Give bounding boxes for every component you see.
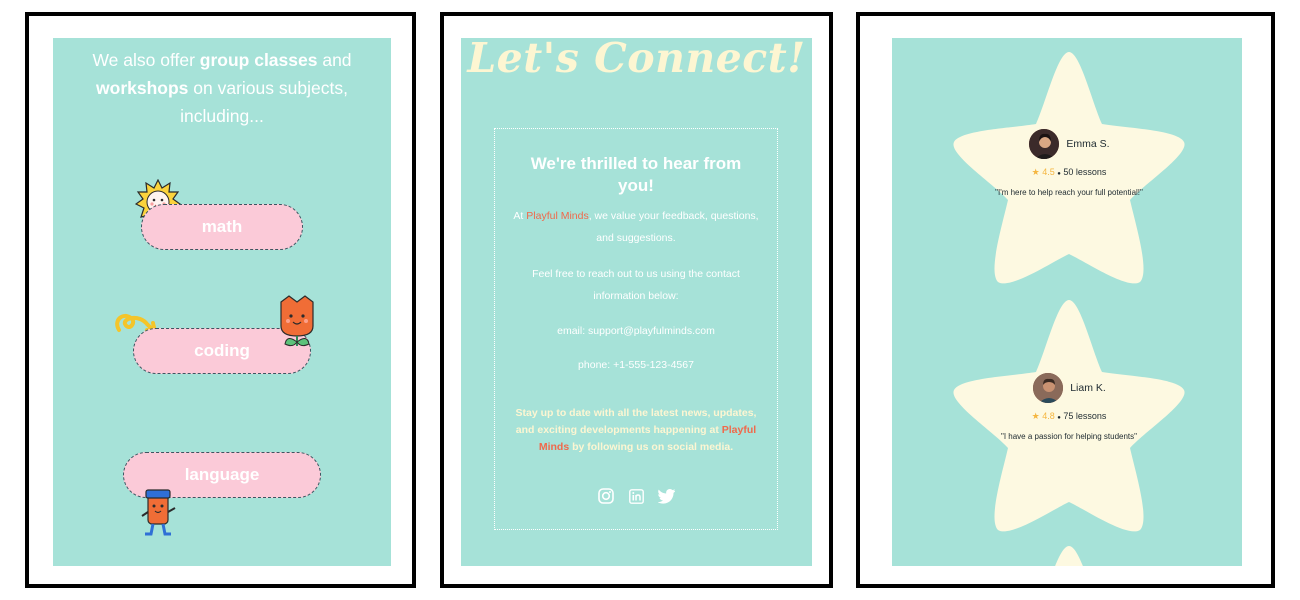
stay-updated-text: Stay up to date with all the latest news…: [509, 405, 763, 456]
avatar: [1032, 372, 1065, 404]
tutor-stats: ★ 4.8 ● 75 lessons: [994, 411, 1144, 422]
separator-dot: ●: [1057, 415, 1061, 421]
tutor-quote: "I have a passion for helping students": [1001, 432, 1137, 441]
group-classes-intro: We also offer group classes and workshop…: [73, 46, 371, 130]
star-icon: ★: [1031, 167, 1040, 177]
group-classes-panel: We also offer group classes and workshop…: [53, 38, 391, 566]
intro-text: and: [317, 50, 352, 70]
separator-dot: ●: [1057, 171, 1061, 177]
feedback-text: At Playful Minds, we value your feedback…: [511, 205, 761, 249]
contact-box: We're thrilled to hear from you! At Play…: [494, 128, 778, 530]
stay-suffix: by following us on social media.: [569, 441, 734, 453]
tutor-name: Emma S.: [1066, 138, 1110, 150]
tutor-rating: 4.8: [1042, 411, 1055, 421]
tutor-card[interactable]: Liam K. ★ 4.8 ● 75 lessons "I have a pas…: [994, 372, 1144, 443]
contact-heading: We're thrilled to hear from you!: [530, 154, 742, 195]
reach-out-text: Feel free to reach out to us using the c…: [532, 268, 740, 302]
star-icon: ★: [1031, 411, 1040, 421]
tutor-rating: 4.5: [1042, 167, 1055, 177]
twitter-icon[interactable]: [657, 487, 675, 505]
intro-workshops: workshops: [96, 78, 189, 98]
phone-text[interactable]: phone: +1-555-123-4567: [511, 354, 761, 376]
subject-math-pill[interactable]: math: [141, 204, 303, 250]
tutor-lessons: 50 lessons: [1063, 167, 1107, 177]
tutor-stats: ★ 4.5 ● 50 lessons: [994, 167, 1144, 178]
tutor-quote: "I'm here to help reach your full potent…: [995, 188, 1143, 197]
intro-text: We also offer: [92, 50, 200, 70]
star-shape: [1055, 546, 1083, 566]
tutors-panel: Emma S. ★ 4.5 ● 50 lessons "I'm here to …: [892, 38, 1242, 566]
tutors-card: Emma S. ★ 4.5 ● 50 lessons "I'm here to …: [856, 12, 1275, 588]
intro-text: on various subjects, including...: [180, 78, 348, 126]
instagram-icon[interactable]: [597, 487, 615, 505]
tutor-name: Liam K.: [1070, 382, 1106, 394]
contact-card: Let's Connect! We're thrilled to hear fr…: [440, 12, 833, 588]
intro-group-classes: group classes: [199, 50, 318, 70]
group-classes-card: We also offer group classes and workshop…: [25, 12, 416, 588]
feedback-suffix: , we value your feedback, questions, and…: [588, 210, 759, 244]
social-links: [495, 487, 777, 505]
tulip-mascot-icon: [280, 295, 314, 347]
tutor-card[interactable]: Emma S. ★ 4.5 ● 50 lessons "I'm here to …: [994, 128, 1144, 199]
linkedin-icon[interactable]: [627, 487, 645, 505]
avatar: [1028, 128, 1061, 160]
tutor-lessons: 75 lessons: [1063, 411, 1107, 421]
feedback-prefix: At: [513, 210, 527, 222]
brand-link[interactable]: Playful Minds: [526, 210, 588, 222]
stay-prefix: Stay up to date with all the latest news…: [515, 407, 757, 436]
tube-mascot-icon: [141, 489, 176, 536]
connect-title: Let's Connect!: [467, 34, 806, 82]
contact-panel: Let's Connect! We're thrilled to hear fr…: [461, 34, 812, 566]
email-text[interactable]: email: support@playfulminds.com: [511, 320, 761, 342]
